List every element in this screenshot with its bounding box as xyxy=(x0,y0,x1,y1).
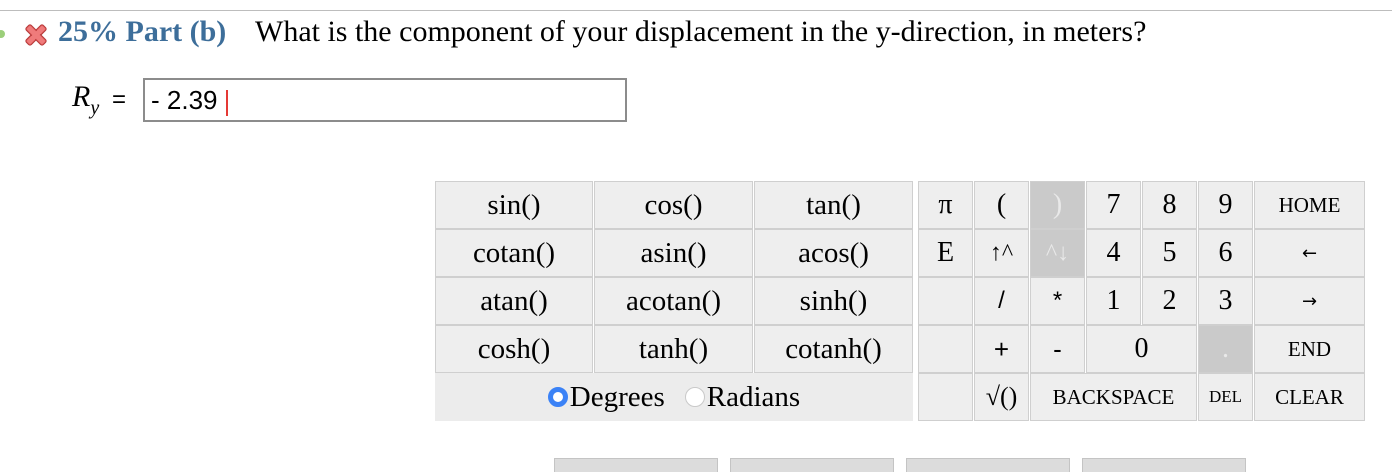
key-acos[interactable]: acos() xyxy=(754,229,913,277)
key-home[interactable]: HOME xyxy=(1254,181,1365,229)
degrees-radio[interactable] xyxy=(547,387,568,407)
text-caret xyxy=(226,90,228,116)
key-left-arrow[interactable]: ← xyxy=(1254,229,1365,277)
bottom-button-3[interactable] xyxy=(906,458,1070,472)
key-cosh[interactable]: cosh() xyxy=(435,325,593,373)
key-right-arrow[interactable]: → xyxy=(1254,277,1365,325)
key-3[interactable]: 3 xyxy=(1198,277,1253,325)
part-label: Part (b) xyxy=(125,15,227,48)
equals-sign: = xyxy=(112,86,127,113)
part-header: 25% Part (b) xyxy=(58,15,226,49)
bottom-button-4[interactable] xyxy=(1082,458,1246,472)
radians-radio[interactable] xyxy=(684,387,705,407)
degrees-label: Degrees xyxy=(569,380,665,413)
key-sin[interactable]: sin() xyxy=(435,181,593,229)
key-tanh[interactable]: tanh() xyxy=(594,325,753,373)
key-tan[interactable]: tan() xyxy=(754,181,913,229)
key-7[interactable]: 7 xyxy=(1086,181,1141,229)
key-dot[interactable]: . xyxy=(1198,325,1253,373)
radians-label: Radians xyxy=(706,380,801,413)
key-cotan[interactable]: cotan() xyxy=(435,229,593,277)
key-minus[interactable]: - xyxy=(1030,325,1085,373)
key-plus[interactable]: + xyxy=(974,325,1029,373)
key-atan[interactable]: atan() xyxy=(435,277,593,325)
answer-variable: Ry xyxy=(72,80,100,119)
key-1[interactable]: 1 xyxy=(1086,277,1141,325)
key-backspace[interactable]: BACKSPACE xyxy=(1030,373,1197,421)
key-up[interactable]: ↑^ xyxy=(974,229,1029,277)
key-close-paren[interactable]: ) xyxy=(1030,181,1085,229)
key-del[interactable]: DEL xyxy=(1198,373,1253,421)
part-percent: 25% xyxy=(58,15,118,48)
key-8[interactable]: 8 xyxy=(1142,181,1197,229)
status-dot xyxy=(0,30,5,38)
key-blank-1 xyxy=(918,277,973,325)
incorrect-x-icon xyxy=(25,24,47,46)
key-down[interactable]: ^↓ xyxy=(1030,229,1085,277)
degrees-option[interactable]: Degrees xyxy=(547,380,665,414)
key-sinh[interactable]: sinh() xyxy=(754,277,913,325)
key-pi[interactable]: π xyxy=(918,181,973,229)
key-end[interactable]: END xyxy=(1254,325,1365,373)
key-multiply[interactable]: * xyxy=(1030,277,1085,325)
top-divider xyxy=(0,10,1392,11)
key-acotan[interactable]: acotan() xyxy=(594,277,753,325)
key-open-paren[interactable]: ( xyxy=(974,181,1029,229)
key-6[interactable]: 6 xyxy=(1198,229,1253,277)
key-5[interactable]: 5 xyxy=(1142,229,1197,277)
bottom-button-2[interactable] xyxy=(730,458,894,472)
key-divide[interactable]: / xyxy=(974,277,1029,325)
key-cotanh[interactable]: cotanh() xyxy=(754,325,913,373)
answer-input[interactable] xyxy=(143,78,627,122)
key-asin[interactable]: asin() xyxy=(594,229,753,277)
key-clear[interactable]: CLEAR xyxy=(1254,373,1365,421)
bottom-button-1[interactable] xyxy=(554,458,718,472)
key-e[interactable]: E xyxy=(918,229,973,277)
key-2[interactable]: 2 xyxy=(1142,277,1197,325)
radians-option[interactable]: Radians xyxy=(684,380,801,414)
key-4[interactable]: 4 xyxy=(1086,229,1141,277)
key-cos[interactable]: cos() xyxy=(594,181,753,229)
key-0[interactable]: 0 xyxy=(1086,325,1197,373)
key-blank-3 xyxy=(918,373,973,421)
question-text: What is the component of your displaceme… xyxy=(255,15,1147,48)
key-blank-2 xyxy=(918,325,973,373)
key-9[interactable]: 9 xyxy=(1198,181,1253,229)
key-sqrt[interactable]: √() xyxy=(974,373,1029,421)
angle-mode-selector: Degrees Radians xyxy=(435,373,913,421)
